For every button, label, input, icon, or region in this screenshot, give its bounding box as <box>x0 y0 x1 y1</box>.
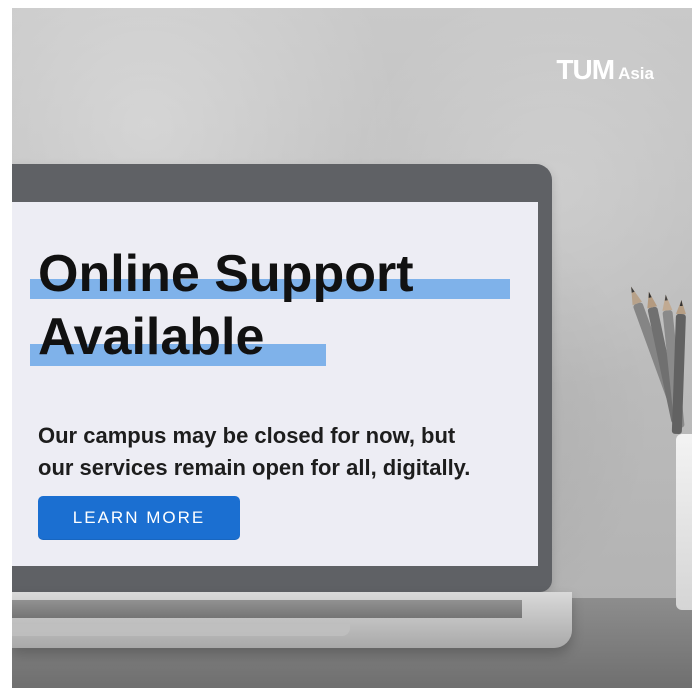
learn-more-button[interactable]: LEARN MORE <box>38 496 240 540</box>
laptop-lid: Online Support Available Our campus may … <box>12 164 552 592</box>
hero-title-line-1: Online Support <box>30 248 510 300</box>
keyboard-strip <box>12 600 522 618</box>
brand-logo: TUM Asia <box>556 56 654 84</box>
hero-subtitle: Our campus may be closed for now, but ou… <box>38 420 508 484</box>
promo-banner: TUM Asia Online Support Available Our ca… <box>12 8 692 688</box>
hero-subtitle-line-1: Our campus may be closed for now, but <box>38 423 456 448</box>
hero-title: Online Support Available <box>30 248 518 367</box>
brand-mark: TUM <box>556 54 615 85</box>
hero-subtitle-line-2: our services remain open for all, digita… <box>38 454 471 480</box>
hero-title-line-2: Available <box>30 311 326 367</box>
title-text-1: Online Support <box>38 245 414 303</box>
brand-name: Asia <box>618 64 654 83</box>
laptop-screen: Online Support Available Our campus may … <box>12 202 538 566</box>
title-text-2: Available <box>38 308 265 367</box>
pencils-icon <box>631 286 686 434</box>
trackpad <box>12 624 350 636</box>
